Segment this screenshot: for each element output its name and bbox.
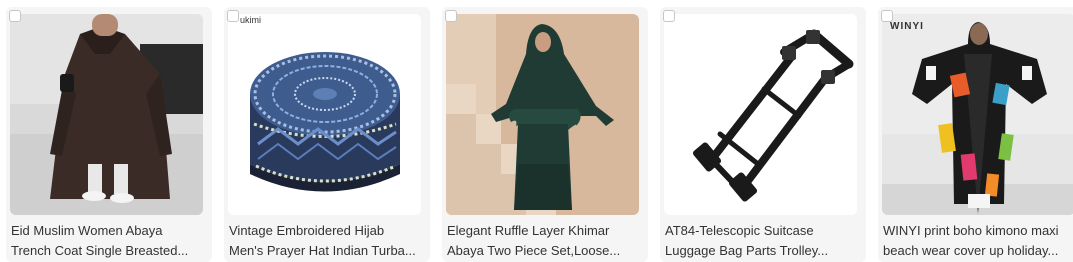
product-title[interactable]: Eid Muslim Women Abaya Trench Coat Singl… xyxy=(11,221,201,261)
brand-watermark: ukimi xyxy=(240,15,262,25)
product-title[interactable]: WINYI print boho kimono maxi beach wear … xyxy=(883,221,1073,261)
product-card[interactable]: Elegant Ruffle Layer Khimar Abaya Two Pi… xyxy=(442,7,648,262)
product-title[interactable]: Elegant Ruffle Layer Khimar Abaya Two Pi… xyxy=(447,221,637,261)
product-title-line: WINYI print boho kimono maxi xyxy=(883,223,1059,238)
select-checkbox[interactable] xyxy=(227,10,239,22)
product-title-line: beach wear cover up holiday... xyxy=(883,243,1059,258)
product-image[interactable] xyxy=(882,14,1073,215)
abaya-trench-coat-icon xyxy=(10,14,203,215)
product-image[interactable] xyxy=(228,14,421,215)
product-title-line: Abaya Two Piece Set,Loose... xyxy=(447,243,621,258)
select-checkbox[interactable] xyxy=(9,10,21,22)
select-checkbox[interactable] xyxy=(881,10,893,22)
product-title-line: Eid Muslim Women Abaya xyxy=(11,223,163,238)
product-card[interactable]: AT84-Telescopic Suitcase Luggage Bag Par… xyxy=(660,7,866,262)
select-checkbox[interactable] xyxy=(663,10,675,22)
embroidered-prayer-hat-icon xyxy=(228,14,421,215)
product-image[interactable] xyxy=(664,14,857,215)
telescopic-suitcase-handle-icon xyxy=(664,14,857,215)
boho-kimono-icon xyxy=(882,14,1073,215)
brand-watermark: WINYI xyxy=(890,21,924,32)
product-title[interactable]: AT84-Telescopic Suitcase Luggage Bag Par… xyxy=(665,221,855,261)
product-title-line: Vintage Embroidered Hijab xyxy=(229,223,385,238)
product-title-line: Men's Prayer Hat Indian Turba... xyxy=(229,243,416,258)
product-image[interactable] xyxy=(10,14,203,215)
ruffle-khimar-abaya-icon xyxy=(446,14,639,215)
product-image[interactable] xyxy=(446,14,639,215)
product-title-line: AT84-Telescopic Suitcase xyxy=(665,223,814,238)
product-title-line: Luggage Bag Parts Trolley... xyxy=(665,243,829,258)
product-title[interactable]: Vintage Embroidered Hijab Men's Prayer H… xyxy=(229,221,419,261)
product-card[interactable]: ukimi Vintage Embroidered Hijab Men's Pr… xyxy=(224,7,430,262)
product-title-line: Elegant Ruffle Layer Khimar xyxy=(447,223,610,238)
product-card[interactable]: Eid Muslim Women Abaya Trench Coat Singl… xyxy=(6,7,212,262)
select-checkbox[interactable] xyxy=(445,10,457,22)
product-card[interactable]: WINYI WINYI print boho kimono maxi beach… xyxy=(878,7,1073,262)
product-grid: Eid Muslim Women Abaya Trench Coat Singl… xyxy=(0,0,1073,262)
product-title-line: Trench Coat Single Breasted... xyxy=(11,243,189,258)
